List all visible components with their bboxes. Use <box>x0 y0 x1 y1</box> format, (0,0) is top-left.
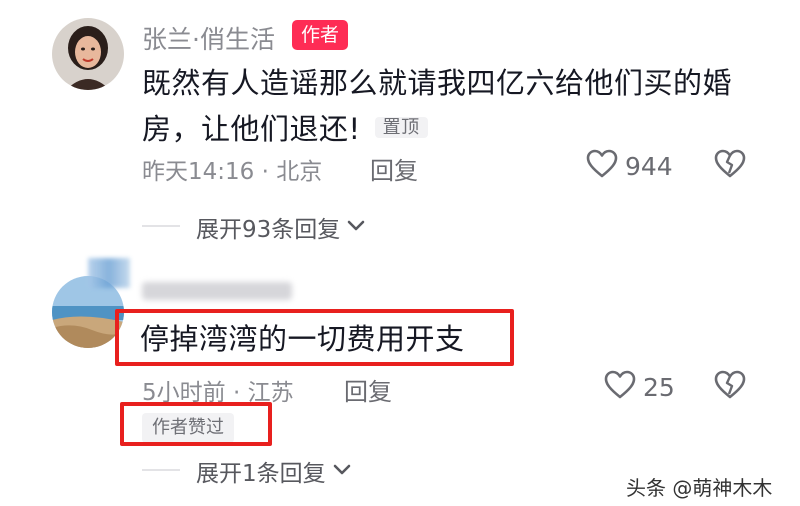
expand-divider <box>142 469 180 471</box>
username-commenter[interactable] <box>142 282 322 302</box>
watermark: 头条 @萌神木木 <box>626 476 773 500</box>
expand-replies-button[interactable]: 展开93条回复 <box>196 210 366 244</box>
heart-outline-icon <box>604 370 636 404</box>
comment-time-location: 昨天14:16 · 北京 <box>142 159 323 185</box>
broken-heart-icon <box>714 370 746 404</box>
heart-outline-icon <box>586 149 618 183</box>
reply-button[interactable]: 回复 <box>344 372 392 407</box>
expand-replies-button[interactable]: 展开1条回复 <box>196 454 352 488</box>
like-button[interactable]: 944 <box>586 149 673 183</box>
chevron-down-icon <box>346 218 366 237</box>
avatar-author[interactable] <box>52 18 124 90</box>
username-blur-patch <box>88 258 130 288</box>
author-tag: 作者 <box>292 20 349 50</box>
like-count: 25 <box>643 372 675 402</box>
dislike-button[interactable] <box>714 370 746 404</box>
comment-text-pinned: 既然有人造谣那么就请我四亿六给他们买的婚房，让他们退还! 置顶 <box>142 60 762 152</box>
reply-button[interactable]: 回复 <box>370 151 418 186</box>
highlight-box-liked <box>120 402 272 446</box>
expand-replies-label: 展开93条回复 <box>196 217 341 243</box>
chevron-down-icon <box>332 462 352 481</box>
broken-heart-icon <box>714 149 746 183</box>
comment-text-body: 既然有人造谣那么就请我四亿六给他们买的婚房，让他们退还! <box>142 66 733 146</box>
like-button[interactable]: 25 <box>604 370 675 404</box>
like-count: 944 <box>625 151 673 181</box>
expand-divider <box>142 225 180 227</box>
username-author[interactable]: 张兰·俏生活 <box>142 20 275 56</box>
pinned-tag: 置顶 <box>374 117 428 138</box>
dislike-button[interactable] <box>714 149 746 183</box>
expand-replies-label: 展开1条回复 <box>196 461 326 487</box>
highlight-box-comment <box>115 309 514 366</box>
